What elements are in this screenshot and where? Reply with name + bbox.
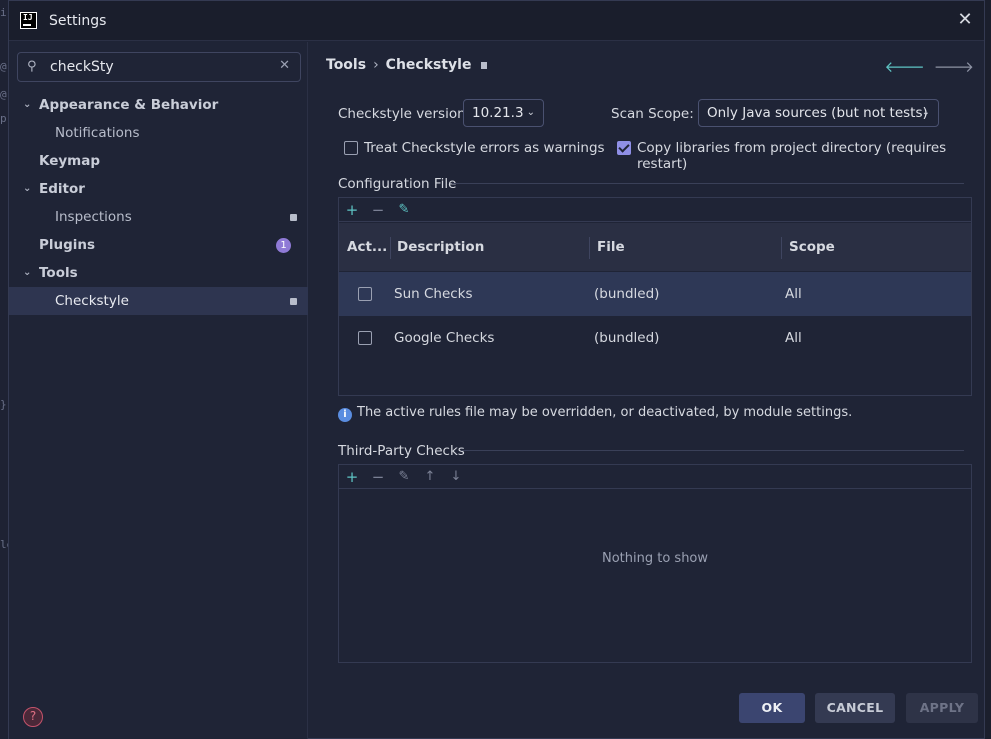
settings-tree: ⌄ Appearance & Behavior Notifications Ke…	[9, 91, 308, 315]
help-icon[interactable]: ?	[23, 707, 43, 727]
history-navigation: 🡐 🡒	[885, 57, 974, 76]
plugins-update-badge: 1	[276, 238, 291, 253]
sidebar-item-tools[interactable]: ⌄ Tools	[9, 259, 308, 287]
cancel-button[interactable]: CANCEL	[815, 693, 895, 723]
settings-dialog: IJ Settings ✕ ⚲ checkSty ✕ ⌄ Appearance …	[8, 0, 985, 739]
row-scope: All	[785, 330, 802, 346]
close-icon[interactable]: ✕	[954, 9, 976, 31]
sidebar-item-label: Checkstyle	[55, 293, 129, 309]
sidebar-item-label: Notifications	[55, 125, 140, 141]
remove-icon[interactable]: −	[368, 200, 388, 220]
configuration-file-heading: Configuration File	[338, 176, 457, 192]
copy-libraries-label: Copy libraries from project directory (r…	[637, 140, 947, 172]
version-label: Checkstyle version:	[338, 106, 471, 122]
column-divider	[390, 237, 391, 259]
intellij-app-icon: IJ	[20, 12, 37, 29]
sidebar-item-plugins[interactable]: Plugins 1	[9, 231, 308, 259]
apply-button[interactable]: APPLY	[906, 693, 978, 723]
sidebar-item-label: Plugins	[39, 237, 96, 253]
sidebar-item-label: Inspections	[55, 209, 132, 225]
sidebar-item-label: Keymap	[39, 153, 101, 169]
editor-background: i @ @ p } le	[0, 0, 13, 739]
back-arrow-icon[interactable]: 🡐	[885, 58, 925, 76]
title-bar: IJ Settings ✕	[9, 1, 984, 41]
empty-list-text: Nothing to show	[601, 551, 709, 566]
column-divider	[781, 237, 782, 259]
chevron-down-icon[interactable]: ⌄	[23, 91, 31, 119]
third-party-checks-list: + − ✎ ↑ ↓ Nothing to show	[338, 464, 972, 663]
sidebar-item-checkstyle[interactable]: Checkstyle	[9, 287, 308, 315]
clear-search-icon[interactable]: ✕	[279, 58, 290, 73]
checkstyle-settings-panel: Tools › Checkstyle 🡐 🡒 Checkstyle version: …	[309, 42, 985, 739]
row-description: Sun Checks	[394, 286, 473, 302]
breadcrumb-separator: ›	[373, 57, 379, 73]
move-down-icon[interactable]: ↓	[446, 467, 466, 487]
chevron-down-icon[interactable]: ⌄	[23, 175, 31, 203]
version-value: 10.21.3	[472, 105, 524, 121]
treat-errors-checkbox[interactable]	[344, 141, 358, 155]
edit-icon[interactable]: ✎	[394, 200, 414, 220]
sidebar-item-label: Tools	[39, 265, 78, 281]
search-input[interactable]: checkSty	[50, 59, 114, 75]
column-description[interactable]: Description	[397, 223, 484, 271]
breadcrumb: Tools › Checkstyle	[326, 57, 488, 73]
info-text: The active rules file may be overridden,…	[357, 405, 853, 420]
remove-icon[interactable]: −	[368, 467, 388, 487]
sidebar-item-label: Appearance & Behavior	[39, 97, 219, 113]
sidebar-item-inspections[interactable]: Inspections	[9, 203, 308, 231]
info-icon: i	[338, 408, 352, 422]
copy-libraries-checkbox[interactable]	[617, 141, 631, 155]
row-active-checkbox[interactable]	[358, 331, 372, 345]
treat-errors-label: Treat Checkstyle errors as warnings	[364, 140, 605, 156]
chevron-down-icon: ⌄	[526, 107, 535, 118]
row-file: (bundled)	[594, 286, 660, 302]
sidebar-item-label: Editor	[39, 181, 85, 197]
section-divider	[461, 450, 964, 451]
sidebar-item-editor[interactable]: ⌄ Editor	[9, 175, 308, 203]
breadcrumb-current: Checkstyle	[385, 57, 472, 73]
ok-button[interactable]: OK	[739, 693, 805, 723]
add-icon[interactable]: +	[342, 200, 362, 220]
table-row[interactable]: Sun Checks (bundled) All	[339, 272, 971, 316]
scan-scope-label: Scan Scope:	[611, 106, 694, 122]
row-file: (bundled)	[594, 330, 660, 346]
table-header: Act... Description File Scope	[339, 223, 971, 271]
table-row[interactable]: Google Checks (bundled) All	[339, 316, 971, 360]
column-scope[interactable]: Scope	[789, 223, 835, 271]
project-level-icon	[290, 298, 297, 305]
dialog-title: Settings	[49, 13, 107, 29]
project-level-icon	[290, 214, 297, 221]
project-level-icon	[481, 61, 488, 69]
sidebar-item-notifications[interactable]: Notifications	[9, 119, 308, 147]
third-party-toolbar: + − ✎ ↑ ↓	[339, 465, 971, 489]
column-file[interactable]: File	[597, 223, 625, 271]
settings-search-field[interactable]: ⚲ checkSty ✕	[17, 52, 301, 82]
info-message: i The active rules file may be overridden…	[338, 405, 852, 422]
move-up-icon[interactable]: ↑	[420, 467, 440, 487]
configuration-files-table: + − ✎ Act... Description File Scope Sun …	[338, 197, 972, 396]
sidebar-item-keymap[interactable]: Keymap	[9, 147, 308, 175]
forward-arrow-icon[interactable]: 🡒	[934, 58, 974, 76]
breadcrumb-parent: Tools	[326, 57, 367, 73]
search-icon: ⚲	[27, 59, 37, 74]
column-divider	[589, 237, 590, 259]
chevron-down-icon: ⌄	[921, 107, 930, 118]
scan-scope-value: Only Java sources (but not tests)	[707, 105, 928, 121]
section-divider	[452, 183, 964, 184]
edit-icon[interactable]: ✎	[394, 467, 414, 487]
row-description: Google Checks	[394, 330, 495, 346]
chevron-down-icon[interactable]: ⌄	[23, 259, 31, 287]
settings-sidebar: ⚲ checkSty ✕ ⌄ Appearance & Behavior Not…	[9, 42, 308, 739]
add-icon[interactable]: +	[342, 467, 362, 487]
scan-scope-select[interactable]: Only Java sources (but not tests) ⌄	[698, 99, 939, 127]
row-scope: All	[785, 286, 802, 302]
column-active[interactable]: Act...	[347, 223, 387, 271]
checkstyle-version-select[interactable]: 10.21.3 ⌄	[463, 99, 544, 127]
config-toolbar: + − ✎	[339, 198, 971, 222]
row-active-checkbox[interactable]	[358, 287, 372, 301]
sidebar-item-appearance-behavior[interactable]: ⌄ Appearance & Behavior	[9, 91, 308, 119]
third-party-checks-heading: Third-Party Checks	[338, 443, 465, 459]
